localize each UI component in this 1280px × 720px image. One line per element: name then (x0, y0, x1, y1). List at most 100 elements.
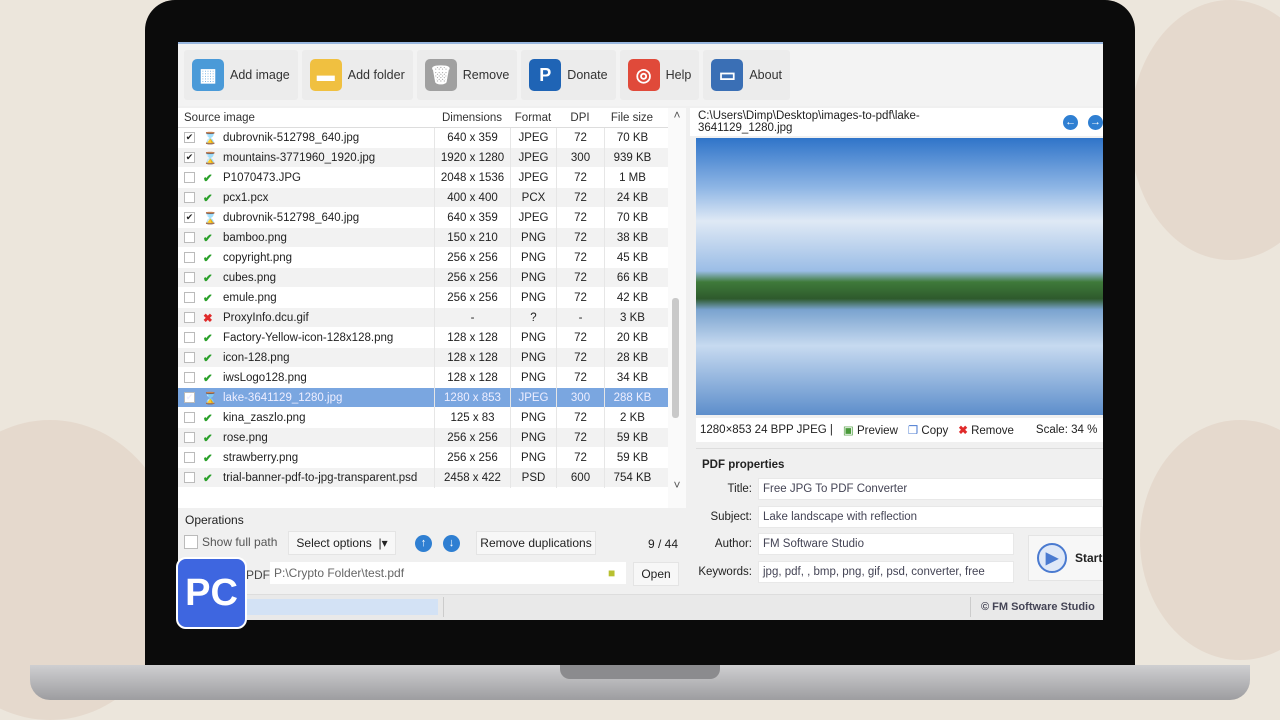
author-input[interactable]: FM Software Studio (758, 533, 1014, 555)
scroll-down-icon[interactable]: ˅ (668, 478, 686, 492)
table-row[interactable]: ✔ rose.png 256 x 256 PNG 72 59 KB (178, 427, 686, 448)
check-icon: ✔ (203, 432, 213, 445)
dimensions: 256 x 256 (434, 267, 510, 288)
scrollbar-thumb[interactable] (672, 298, 679, 418)
row-checkbox[interactable] (184, 232, 195, 243)
table-row[interactable]: ✔ trial-banner-pdf-to-jpg-transparent.psd… (178, 467, 686, 488)
hourglass-icon: ⌛ (203, 152, 218, 165)
scroll-up-icon[interactable]: ˄ (668, 108, 686, 122)
table-row[interactable]: ✔ Factory-Yellow-icon-128x128.png 128 x 1… (178, 327, 686, 348)
previous-icon[interactable]: ← (1063, 114, 1079, 130)
col-format[interactable]: Format (510, 112, 556, 124)
format: PNG (510, 327, 556, 348)
show-full-path-checkbox[interactable]: Show full path (184, 535, 277, 549)
row-checkbox[interactable] (184, 432, 195, 443)
table-row[interactable]: ✔ ⌛ lake-3641129_1280.jpg 1280 x 853 JPEG … (178, 387, 686, 408)
row-checkbox[interactable] (184, 452, 195, 463)
row-checkbox[interactable]: ✔ (184, 212, 195, 223)
format: PNG (510, 367, 556, 388)
table-row[interactable]: ✔ ⌛ dubrovnik-512798_640.jpg 640 x 359 JPE… (178, 127, 686, 148)
remove-preview-button[interactable]: ✖ Remove (958, 423, 1014, 437)
operations-title: Operations (185, 513, 244, 527)
row-checkbox[interactable] (184, 252, 195, 263)
col-source[interactable]: Source image (178, 112, 434, 124)
browse-folder-icon[interactable]: ■ (608, 566, 615, 580)
table-row[interactable]: ✔ bamboo.png 150 x 210 PNG 72 38 KB (178, 227, 686, 248)
row-checkbox[interactable] (184, 172, 195, 183)
row-checkbox[interactable] (184, 472, 195, 483)
table-row[interactable]: ✔ pcx1.pcx 400 x 400 PCX 72 24 KB (178, 187, 686, 208)
row-checkbox[interactable] (184, 192, 195, 203)
preview-button[interactable]: ▣ Preview (843, 423, 898, 437)
table-row[interactable]: ✔ iwsLogo128.png 128 x 128 PNG 72 34 KB (178, 367, 686, 388)
move-down-icon[interactable]: ↓ (443, 535, 460, 552)
check-icon: ✔ (203, 372, 213, 385)
toolbar-help-button[interactable]: ◎ Help (619, 50, 700, 100)
table-row[interactable]: ✔ ⌛ mountains-3771960_1920.jpg 1920 x 1280… (178, 147, 686, 168)
table-row[interactable]: ✔ strawberry.png 256 x 256 PNG 72 59 KB (178, 447, 686, 468)
format: PSD (510, 467, 556, 488)
row-checkbox[interactable] (184, 352, 195, 363)
format: PNG (510, 407, 556, 428)
pdf-path-input[interactable]: P:\Crypto Folder\test.pdf (270, 562, 626, 584)
dpi: 300 (556, 147, 604, 168)
row-checkbox[interactable] (184, 292, 195, 303)
dimensions: 640 x 359 (434, 207, 510, 228)
table-row[interactable]: ✔ emule.png 256 x 256 PNG 72 42 KB (178, 287, 686, 308)
dpi: - (556, 307, 604, 328)
col-filesize[interactable]: File size (604, 112, 660, 124)
table-row[interactable]: ✔ cubes.png 256 x 256 PNG 72 66 KB (178, 267, 686, 288)
open-button[interactable]: Open (633, 562, 679, 586)
toolbar-about-button[interactable]: ▭ About (703, 50, 790, 100)
toolbar-add-image-button[interactable]: ▦ Add image (184, 50, 298, 100)
row-checkbox[interactable] (184, 332, 195, 343)
check-icon: ✔ (203, 292, 213, 305)
format: PCX (510, 187, 556, 208)
show-full-path-label: Show full path (202, 535, 278, 549)
toolbar-add-folder-button[interactable]: ▬ Add folder (301, 50, 413, 100)
toolbar-remove-button[interactable]: 🗑 Remove (416, 50, 518, 100)
folder-icon: ▬ (309, 59, 342, 91)
file-size: 66 KB (604, 267, 660, 288)
start-button[interactable]: ▶ Start (1028, 535, 1103, 581)
table-row[interactable]: ✔ copyright.png 256 x 256 PNG 72 45 KB (178, 247, 686, 268)
row-checkbox[interactable]: ✔ (184, 132, 195, 143)
preview-path: C:\Users\Dimp\Desktop\images-to-pdf\lake… (698, 110, 920, 134)
row-checkbox[interactable] (184, 372, 195, 383)
row-checkbox[interactable] (184, 412, 195, 423)
row-checkbox[interactable]: ✔ (184, 392, 195, 403)
col-dpi[interactable]: DPI (556, 112, 604, 124)
table-header: Source image Dimensions Format DPI File … (178, 108, 686, 128)
remove-duplications-button[interactable]: Remove duplications (476, 531, 596, 555)
dpi: 72 (556, 407, 604, 428)
subject-input[interactable]: Lake landscape with reflection (758, 506, 1103, 528)
toolbar-donate-button[interactable]: P Donate (521, 50, 616, 100)
play-icon: ▶ (1037, 543, 1067, 573)
col-dimensions[interactable]: Dimensions (434, 112, 510, 124)
check-icon: ✔ (203, 192, 213, 205)
next-icon[interactable]: → (1088, 114, 1103, 130)
table-row[interactable]: ✔ ⌛ dubrovnik-512798_640.jpg 640 x 359 JPE… (178, 207, 686, 228)
dpi: 600 (556, 467, 604, 488)
keywords-input[interactable]: jpg, pdf, , bmp, png, gif, psd, converte… (758, 561, 1014, 583)
table-row[interactable]: ✖ ProxyInfo.dcu.gif - ? - 3 KB (178, 307, 686, 328)
table-row[interactable]: ✔ P1070473.JPG 2048 x 1536 JPEG 72 1 MB (178, 167, 686, 188)
table-row[interactable]: ✔ kina_zaszlo.png 125 x 83 PNG 72 2 KB (178, 407, 686, 428)
file-size: 939 KB (604, 147, 660, 168)
row-checkbox[interactable] (184, 272, 195, 283)
table-row[interactable]: ✔ icon-128.png 128 x 128 PNG 72 28 KB (178, 347, 686, 368)
format: PNG (510, 267, 556, 288)
select-options-dropdown[interactable]: Select options |▾ (288, 531, 396, 555)
row-checkbox[interactable] (184, 312, 195, 323)
operations-panel: Operations Show full path Select options… (178, 508, 686, 596)
file-name: ProxyInfo.dcu.gif (223, 311, 309, 324)
copy-button[interactable]: ❐ Copy (908, 423, 948, 437)
row-checkbox[interactable]: ✔ (184, 152, 195, 163)
dimensions: 2048 x 1536 (434, 167, 510, 188)
dpi: 72 (556, 127, 604, 148)
move-up-icon[interactable]: ↑ (415, 535, 432, 552)
title-input[interactable]: Free JPG To PDF Converter (758, 478, 1103, 500)
format: JPEG (510, 207, 556, 228)
check-icon: ✔ (203, 412, 213, 425)
scale-label: Scale: 34 % (1035, 424, 1098, 436)
